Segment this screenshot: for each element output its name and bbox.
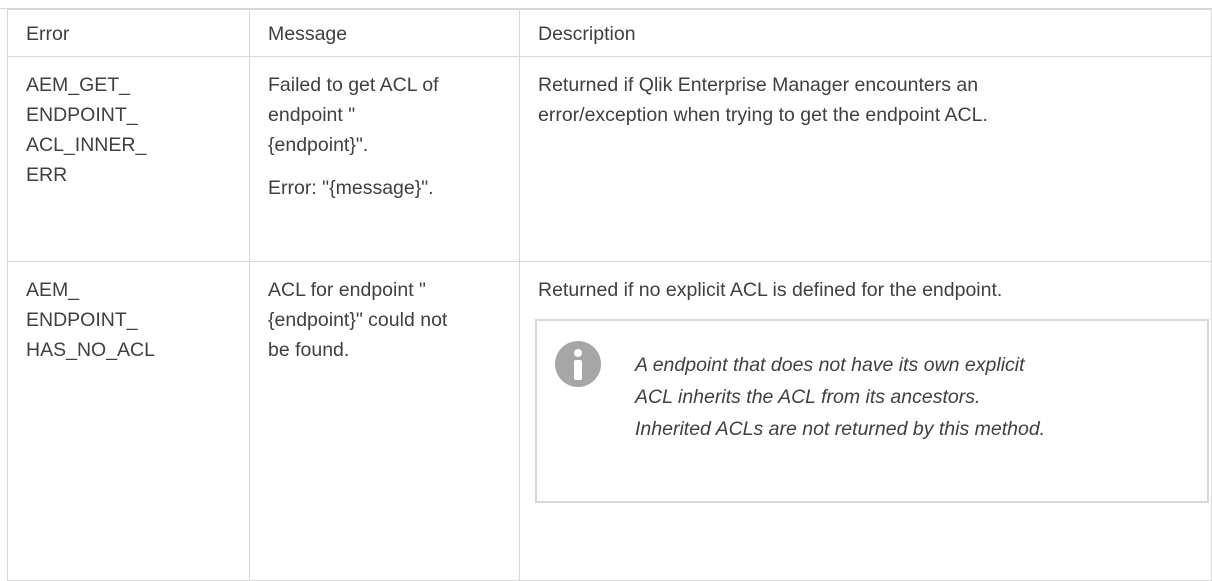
error-code-line: ENDPOINT_ <box>26 104 138 126</box>
note-text: A endpoint that does not have its own ex… <box>635 349 1195 445</box>
error-code-line: AEM_ <box>26 279 80 301</box>
message-line: Failed to get ACL of <box>268 74 439 96</box>
description-cell: Returned if no explicit ACL is defined f… <box>519 261 1212 581</box>
message-line: be found. <box>268 339 350 361</box>
message-paragraph: Failed to get ACL of endpoint " {endpoin… <box>268 70 501 160</box>
error-code-line: ERR <box>26 164 68 186</box>
message-line: ACL for endpoint " <box>268 279 426 301</box>
description-cell: Returned if Qlik Enterprise Manager enco… <box>519 56 1212 262</box>
note-line: ACL inherits the ACL from its ancestors. <box>635 386 981 408</box>
message-line: {endpoint}". <box>268 134 369 156</box>
header-description: Description <box>519 9 1212 57</box>
description-line: Returned if Qlik Enterprise Manager enco… <box>538 74 979 96</box>
error-code-cell: AEM_ ENDPOINT_ HAS_NO_ACL <box>7 261 250 581</box>
table-header-row: Error Message Description <box>7 9 1212 57</box>
description-text: Returned if no explicit ACL is defined f… <box>538 279 1003 301</box>
message-line: endpoint " <box>268 104 356 126</box>
error-code-line: HAS_NO_ACL <box>26 339 155 361</box>
error-code-line: ACL_INNER_ <box>26 134 147 156</box>
note-line: A endpoint that does not have its own ex… <box>635 354 1025 376</box>
table-row: AEM_ ENDPOINT_ HAS_NO_ACL ACL for endpoi… <box>7 261 1212 581</box>
description-line: error/exception when trying to get the e… <box>538 104 988 126</box>
message-cell: ACL for endpoint " {endpoint}" could not… <box>249 261 520 581</box>
header-error: Error <box>7 9 250 57</box>
message-line: {endpoint}" could not <box>268 309 448 331</box>
table-row: AEM_GET_ ENDPOINT_ ACL_INNER_ ERR Failed… <box>7 56 1212 262</box>
note-line: Inherited ACLs are not returned by this … <box>635 418 1046 440</box>
note-box: A endpoint that does not have its own ex… <box>535 319 1209 503</box>
message-error-line: Error: "{message}". <box>268 177 434 199</box>
error-code-line: ENDPOINT_ <box>26 309 138 331</box>
error-code-line: AEM_GET_ <box>26 74 131 96</box>
error-codes-table: Error Message Description AEM_GET_ ENDPO… <box>7 9 1212 581</box>
info-icon <box>555 341 601 387</box>
header-message: Message <box>249 9 520 57</box>
error-code-cell: AEM_GET_ ENDPOINT_ ACL_INNER_ ERR <box>7 56 250 262</box>
message-cell: Failed to get ACL of endpoint " {endpoin… <box>249 56 520 262</box>
